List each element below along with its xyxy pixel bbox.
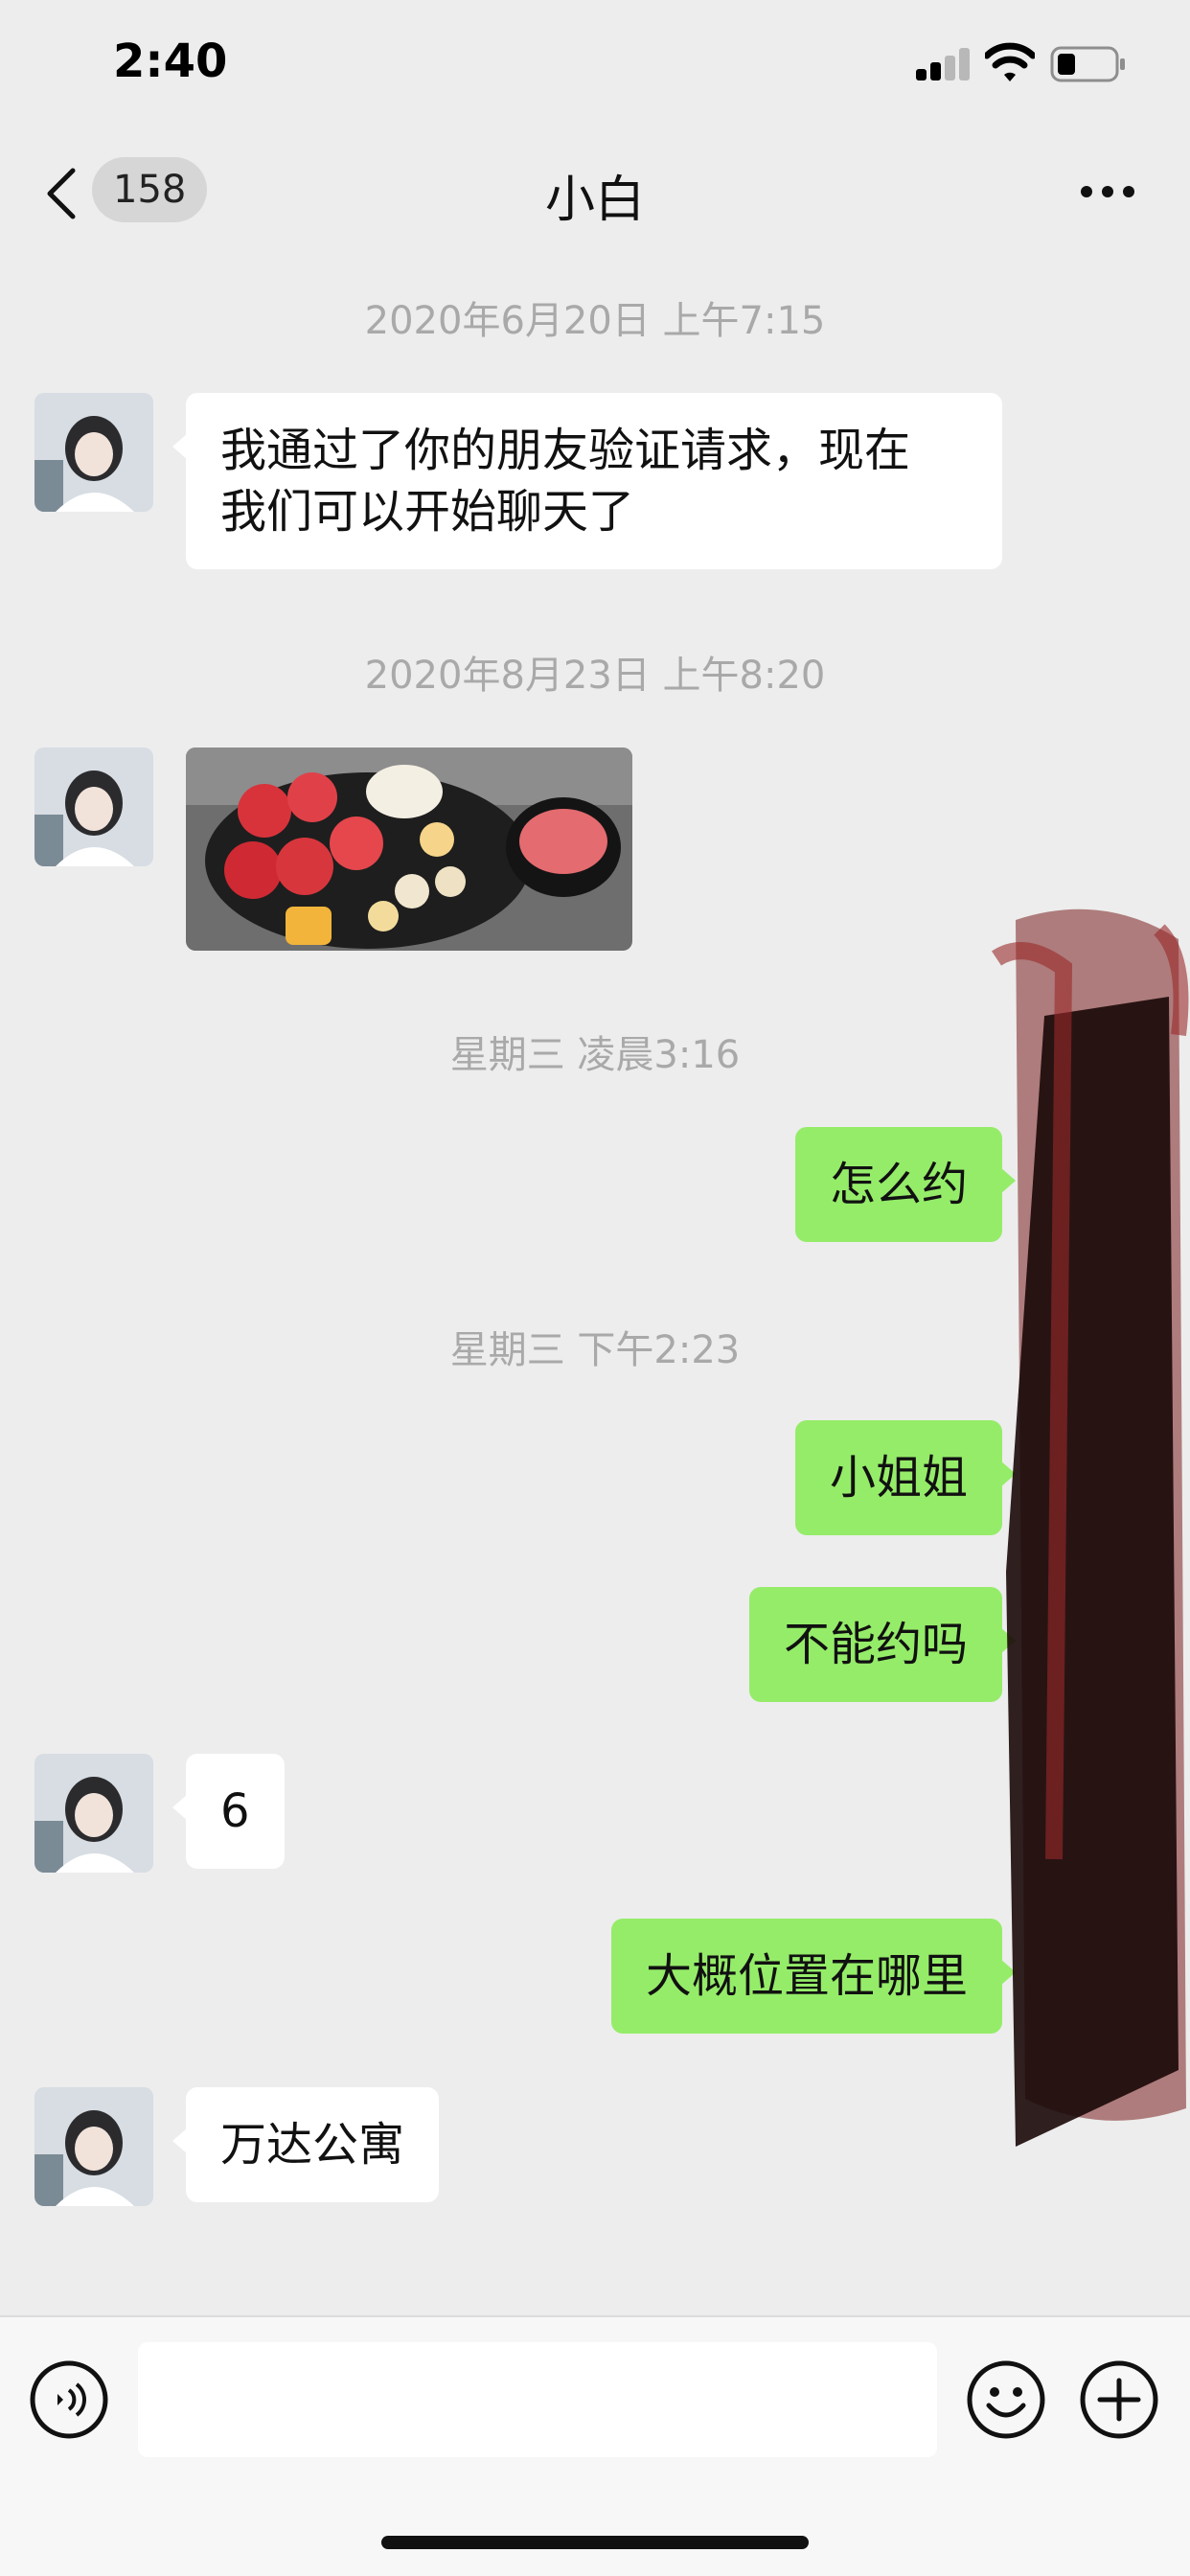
chat-header: 158 小白	[0, 134, 1190, 249]
home-indicator[interactable]	[381, 2536, 809, 2549]
smiley-icon[interactable]	[966, 2359, 1046, 2440]
incoming-message-bubble[interactable]: 6	[172, 1754, 285, 1869]
chat-title: 小白	[544, 172, 645, 229]
message-timestamp: 2020年6月20日 上午7:15	[364, 299, 826, 343]
contact-avatar[interactable]	[34, 1754, 153, 1873]
plus-icon[interactable]	[1079, 2359, 1159, 2440]
outgoing-message-bubble[interactable]: 大概位置在哪里	[610, 1919, 1017, 2034]
message-text-line: 我通过了你的朋友验证请求，现在	[220, 424, 911, 477]
status-time: 2:40	[113, 34, 228, 88]
outgoing-message-bubble[interactable]: 不能约吗	[748, 1587, 1017, 1702]
battery-icon	[1050, 46, 1125, 82]
outgoing-message-bubble[interactable]: 小姐姐	[794, 1420, 1017, 1535]
ellipsis-icon[interactable]	[1079, 184, 1136, 199]
message-timestamp: 2020年8月23日 上午8:20	[364, 654, 826, 698]
outgoing-message-bubble[interactable]: 怎么约	[794, 1127, 1017, 1242]
contact-avatar[interactable]	[34, 2087, 153, 2206]
voice-icon[interactable]	[29, 2359, 109, 2440]
redaction-scribble	[992, 908, 1189, 2147]
incoming-image-message[interactable]	[186, 748, 632, 951]
message-text-input[interactable]	[138, 2342, 937, 2457]
wifi-icon	[985, 42, 1035, 81]
contact-avatar[interactable]	[34, 748, 153, 866]
message-text-line: 我们可以开始聊天了	[220, 485, 635, 539]
cellular-signal-icon	[916, 48, 970, 80]
incoming-message-bubble[interactable]: 我通过了你的朋友验证请求，现在 我们可以开始聊天了	[172, 393, 1002, 569]
status-bar: 2:40	[0, 0, 1190, 134]
incoming-message-bubble[interactable]: 万达公寓	[172, 2087, 440, 2202]
contact-avatar[interactable]	[34, 393, 153, 512]
